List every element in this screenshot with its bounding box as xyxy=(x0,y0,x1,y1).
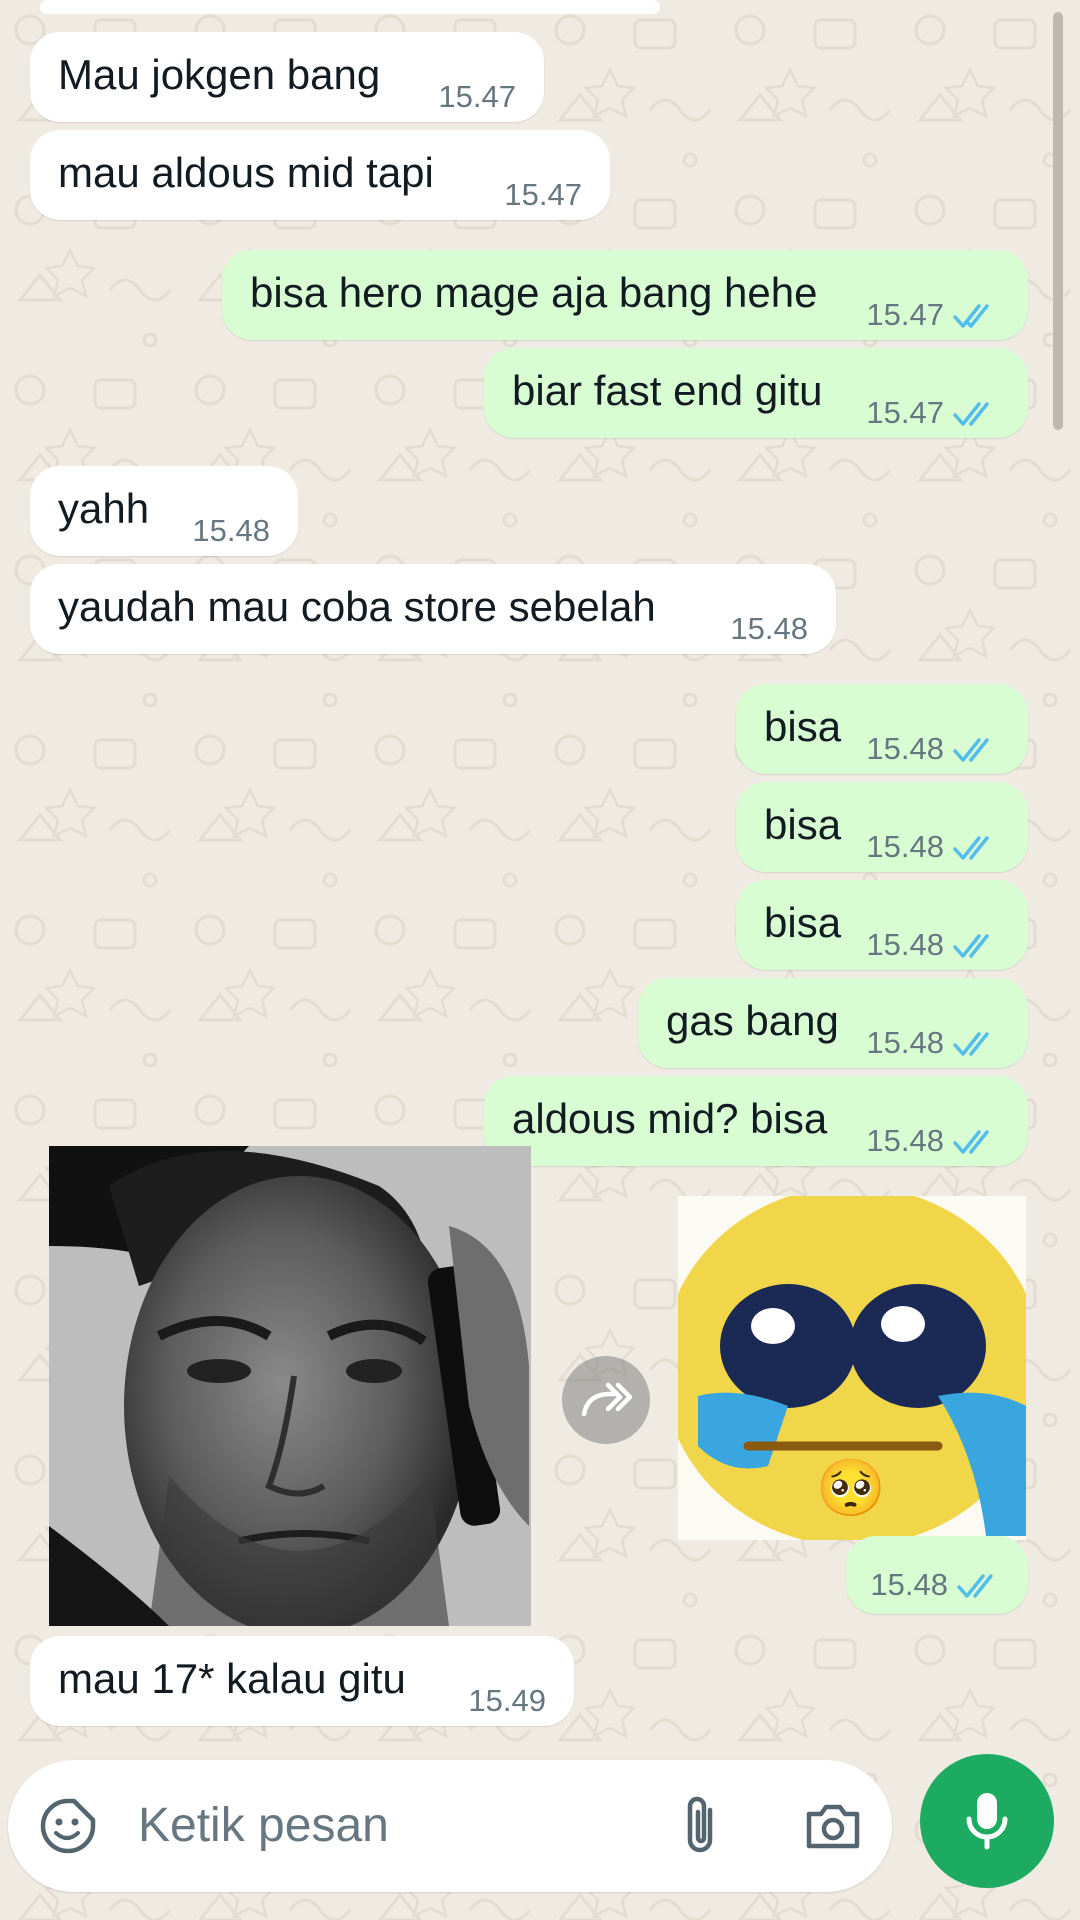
message-text: bisa xyxy=(764,703,842,750)
message-time: 15.47 xyxy=(866,297,944,332)
read-receipt-icon xyxy=(953,738,989,762)
message-time: 15.48 xyxy=(866,1025,944,1060)
message-bubble-outgoing[interactable]: aldous mid? bisa 15.48 xyxy=(484,1076,1028,1166)
pleading-face-emoji: 🥺 xyxy=(816,1456,886,1519)
message-bubble-outgoing[interactable]: biar fast end gitu 15.47 xyxy=(484,348,1028,438)
message-text: mau 17* kalau gitu xyxy=(58,1655,406,1702)
message-time: 15.48 xyxy=(192,513,270,548)
read-receipt-icon xyxy=(953,1130,989,1154)
message-bubble-incoming[interactable]: Mau jokgen bang 15.47 xyxy=(30,32,544,122)
sticker-icon[interactable] xyxy=(38,1796,98,1856)
message-bubble-incoming[interactable]: mau 17* kalau gitu 15.49 xyxy=(30,1636,574,1726)
message-bubble-outgoing[interactable]: gas bang 15.48 xyxy=(638,978,1028,1068)
message-time: 15.48 xyxy=(866,1123,944,1158)
read-receipt-icon xyxy=(953,1032,989,1056)
crying-man-on-phone-photo[interactable] xyxy=(49,1146,531,1626)
read-receipt-icon xyxy=(957,1574,993,1598)
message-time: 15.48 xyxy=(866,927,944,962)
message-time: 15.47 xyxy=(866,395,944,430)
read-receipt-icon xyxy=(953,934,989,958)
message-bubble-outgoing[interactable]: bisa 15.48 xyxy=(736,782,1028,872)
message-time: 15.48 xyxy=(866,829,944,864)
message-text: bisa xyxy=(764,899,842,946)
message-time: 15.49 xyxy=(468,1683,546,1718)
message-time: 15.48 xyxy=(730,611,808,646)
message-bubble-incoming[interactable]: yahh 15.48 xyxy=(30,466,298,556)
forward-icon xyxy=(581,1382,632,1417)
message-bubble-incoming[interactable]: yaudah mau coba store sebelah 15.48 xyxy=(30,564,836,654)
read-receipt-icon xyxy=(953,402,989,426)
message-text: biar fast end gitu xyxy=(512,367,823,414)
camera-icon[interactable] xyxy=(800,1796,866,1856)
message-text: yahh xyxy=(58,485,150,532)
crying-emoji-sticker[interactable]: 🥺 xyxy=(678,1196,1026,1540)
message-time: 15.48 xyxy=(866,731,944,766)
photo-image xyxy=(49,1146,531,1626)
message-bubble-incoming[interactable]: mau aldous mid tapi 15.47 xyxy=(30,130,610,220)
message-time: 15.47 xyxy=(438,79,516,114)
read-receipt-icon xyxy=(953,836,989,860)
forward-button[interactable] xyxy=(562,1356,650,1444)
message-bubble-outgoing[interactable]: bisa 15.48 xyxy=(736,684,1028,774)
message-text: bisa xyxy=(764,801,842,848)
message-bubble-outgoing[interactable]: bisa hero mage aja bang hehe 15.47 xyxy=(222,250,1028,340)
attach-icon[interactable] xyxy=(670,1796,730,1856)
message-bubble-outgoing[interactable]: 15.48 xyxy=(846,1536,1028,1614)
read-receipt-icon xyxy=(953,304,989,328)
message-bubble-outgoing[interactable]: bisa 15.48 xyxy=(736,880,1028,970)
message-text: aldous mid? bisa xyxy=(512,1095,828,1142)
mic-icon xyxy=(966,1793,1008,1850)
message-time: 15.47 xyxy=(504,177,582,212)
message-composer: Ketik pesan xyxy=(8,1760,892,1892)
chat-scrollbar[interactable] xyxy=(1053,12,1063,430)
message-text: mau aldous mid tapi xyxy=(58,149,434,196)
message-text: bisa hero mage aja bang hehe xyxy=(250,269,818,316)
voice-message-button[interactable] xyxy=(920,1754,1054,1888)
message-text: gas bang xyxy=(666,997,839,1044)
message-text: yaudah mau coba store sebelah xyxy=(58,583,656,630)
message-time: 15.48 xyxy=(870,1567,948,1602)
message-text: Mau jokgen bang xyxy=(58,51,381,98)
message-input[interactable]: Ketik pesan xyxy=(138,1760,389,1892)
